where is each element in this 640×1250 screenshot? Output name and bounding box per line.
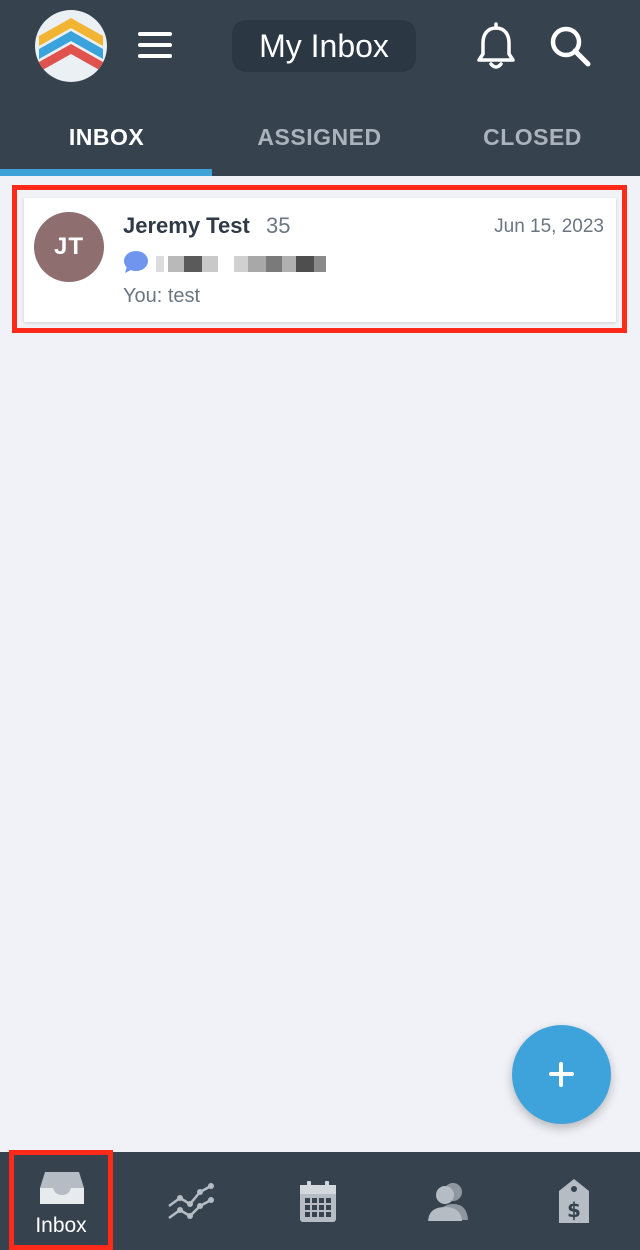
add-conversation-button[interactable] xyxy=(512,1025,611,1124)
contacts-icon xyxy=(428,1183,468,1221)
redacted-contact-info xyxy=(156,250,326,274)
bottom-nav: Inbox $ xyxy=(0,1152,640,1250)
message-preview: You: test xyxy=(123,285,201,307)
nav-item-contacts[interactable] xyxy=(384,1152,512,1250)
conversation-date: Jun 15, 2023 xyxy=(494,216,604,237)
bell-icon[interactable] xyxy=(474,22,518,72)
top-bar: My Inbox xyxy=(0,0,640,95)
price-tag-dollar-icon: $ xyxy=(559,1179,589,1223)
tab-bar: INBOX ASSIGNED CLOSED xyxy=(0,95,640,176)
chat-bubble-icon xyxy=(123,250,149,274)
nav-item-sales[interactable]: $ xyxy=(512,1152,640,1250)
app-logo-icon[interactable] xyxy=(35,10,107,82)
nav-label-inbox: Inbox xyxy=(35,1214,87,1237)
inbox-tray-icon xyxy=(40,1172,84,1204)
avatar: JT xyxy=(34,212,104,282)
tab-inbox[interactable]: INBOX xyxy=(0,95,213,176)
app-header: My Inbox INBOX ASSIGNED CLOSED xyxy=(0,0,640,176)
search-icon[interactable] xyxy=(548,24,592,68)
tab-closed[interactable]: CLOSED xyxy=(426,95,639,176)
svg-text:$: $ xyxy=(567,1198,581,1222)
nav-item-calendar[interactable] xyxy=(256,1152,384,1250)
nav-item-inbox[interactable]: Inbox xyxy=(9,1152,113,1250)
calendar-icon xyxy=(300,1181,336,1222)
nav-item-analytics[interactable] xyxy=(128,1152,256,1250)
active-tab-indicator xyxy=(0,169,212,176)
tab-assigned[interactable]: ASSIGNED xyxy=(213,95,426,176)
contact-count: 35 xyxy=(266,213,291,238)
menu-icon[interactable] xyxy=(134,26,176,64)
conversation-item[interactable]: JT Jeremy Test 35 Jun 15, 2023 You: test xyxy=(24,198,616,322)
analytics-line-icon xyxy=(168,1183,214,1220)
page-title: My Inbox xyxy=(232,20,416,72)
contact-name: Jeremy Test xyxy=(123,213,250,238)
